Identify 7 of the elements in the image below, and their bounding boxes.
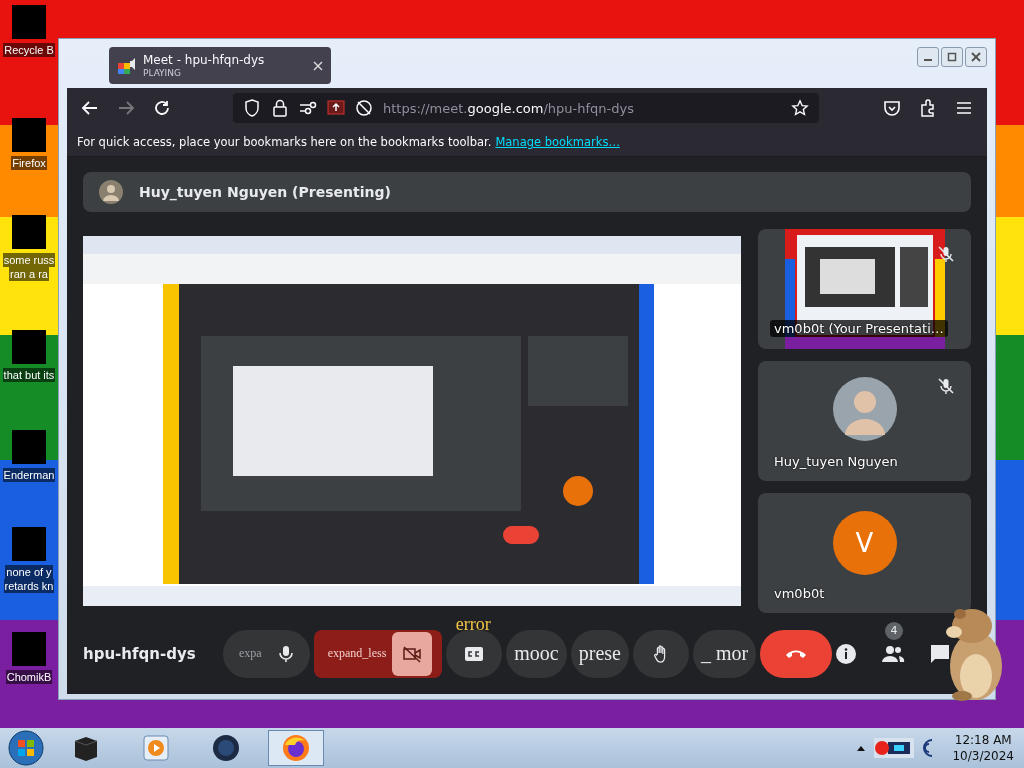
- start-button[interactable]: [8, 730, 44, 766]
- clock[interactable]: 12:18 AM 10/3/2024: [942, 732, 1024, 764]
- media-player-icon: [141, 733, 171, 763]
- tray-arrow-icon[interactable]: [856, 744, 867, 752]
- globe-icon: [211, 733, 241, 763]
- taskbar-item[interactable]: [268, 730, 324, 766]
- firefox-icon: [281, 733, 311, 763]
